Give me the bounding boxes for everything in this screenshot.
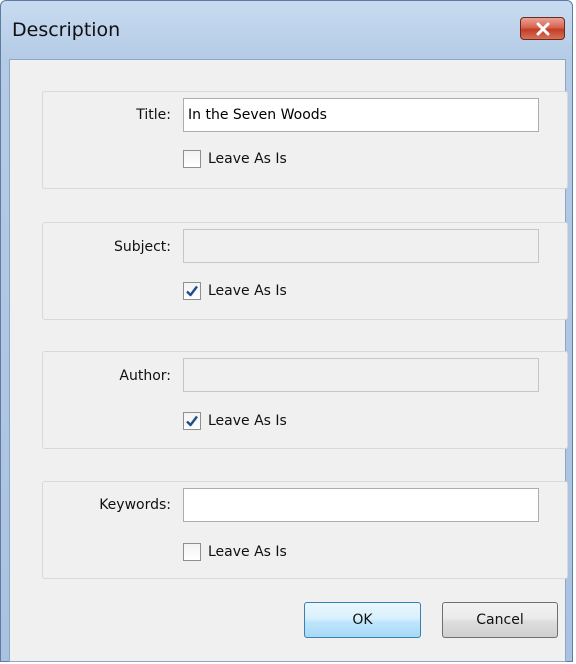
dialog-body: Title: Leave As Is Subject: Leave As Is bbox=[9, 59, 568, 662]
subject-input bbox=[183, 229, 539, 263]
subject-label: Subject: bbox=[113, 239, 171, 255]
subject-leave-as-is[interactable]: Leave As Is bbox=[183, 282, 287, 300]
author-leave-as-is-checkbox[interactable] bbox=[183, 412, 201, 430]
checkmark-icon bbox=[186, 285, 198, 297]
close-icon bbox=[536, 22, 549, 35]
author-leave-as-is[interactable]: Leave As Is bbox=[183, 412, 287, 430]
checkmark-icon bbox=[186, 415, 198, 427]
keywords-leave-as-is-label: Leave As Is bbox=[208, 544, 287, 560]
keywords-input[interactable] bbox=[183, 488, 539, 522]
title-leave-as-is[interactable]: Leave As Is bbox=[183, 150, 287, 168]
keywords-leave-as-is-checkbox[interactable] bbox=[183, 543, 201, 561]
ok-button[interactable]: OK bbox=[304, 602, 421, 638]
window-title: Description bbox=[12, 19, 121, 41]
title-leave-as-is-label: Leave As Is bbox=[208, 151, 287, 167]
close-button[interactable] bbox=[520, 17, 565, 40]
keywords-leave-as-is[interactable]: Leave As Is bbox=[183, 543, 287, 561]
author-leave-as-is-label: Leave As Is bbox=[208, 413, 287, 429]
keywords-group: Keywords: Leave As Is bbox=[42, 481, 568, 579]
title-label: Title: bbox=[136, 107, 171, 123]
author-label: Author: bbox=[119, 368, 171, 384]
title-bar[interactable]: Description bbox=[1, 1, 572, 59]
keywords-label: Keywords: bbox=[99, 497, 171, 513]
author-input bbox=[183, 358, 539, 392]
title-group: Title: Leave As Is bbox=[42, 91, 568, 189]
author-group: Author: Leave As Is bbox=[42, 351, 568, 449]
subject-leave-as-is-checkbox[interactable] bbox=[183, 282, 201, 300]
dialog-window: Description Title: Leave As Is Subject: bbox=[0, 0, 573, 662]
title-leave-as-is-checkbox[interactable] bbox=[183, 150, 201, 168]
subject-group: Subject: Leave As Is bbox=[42, 222, 568, 320]
cancel-button[interactable]: Cancel bbox=[442, 602, 558, 638]
title-input[interactable] bbox=[183, 98, 539, 132]
subject-leave-as-is-label: Leave As Is bbox=[208, 283, 287, 299]
